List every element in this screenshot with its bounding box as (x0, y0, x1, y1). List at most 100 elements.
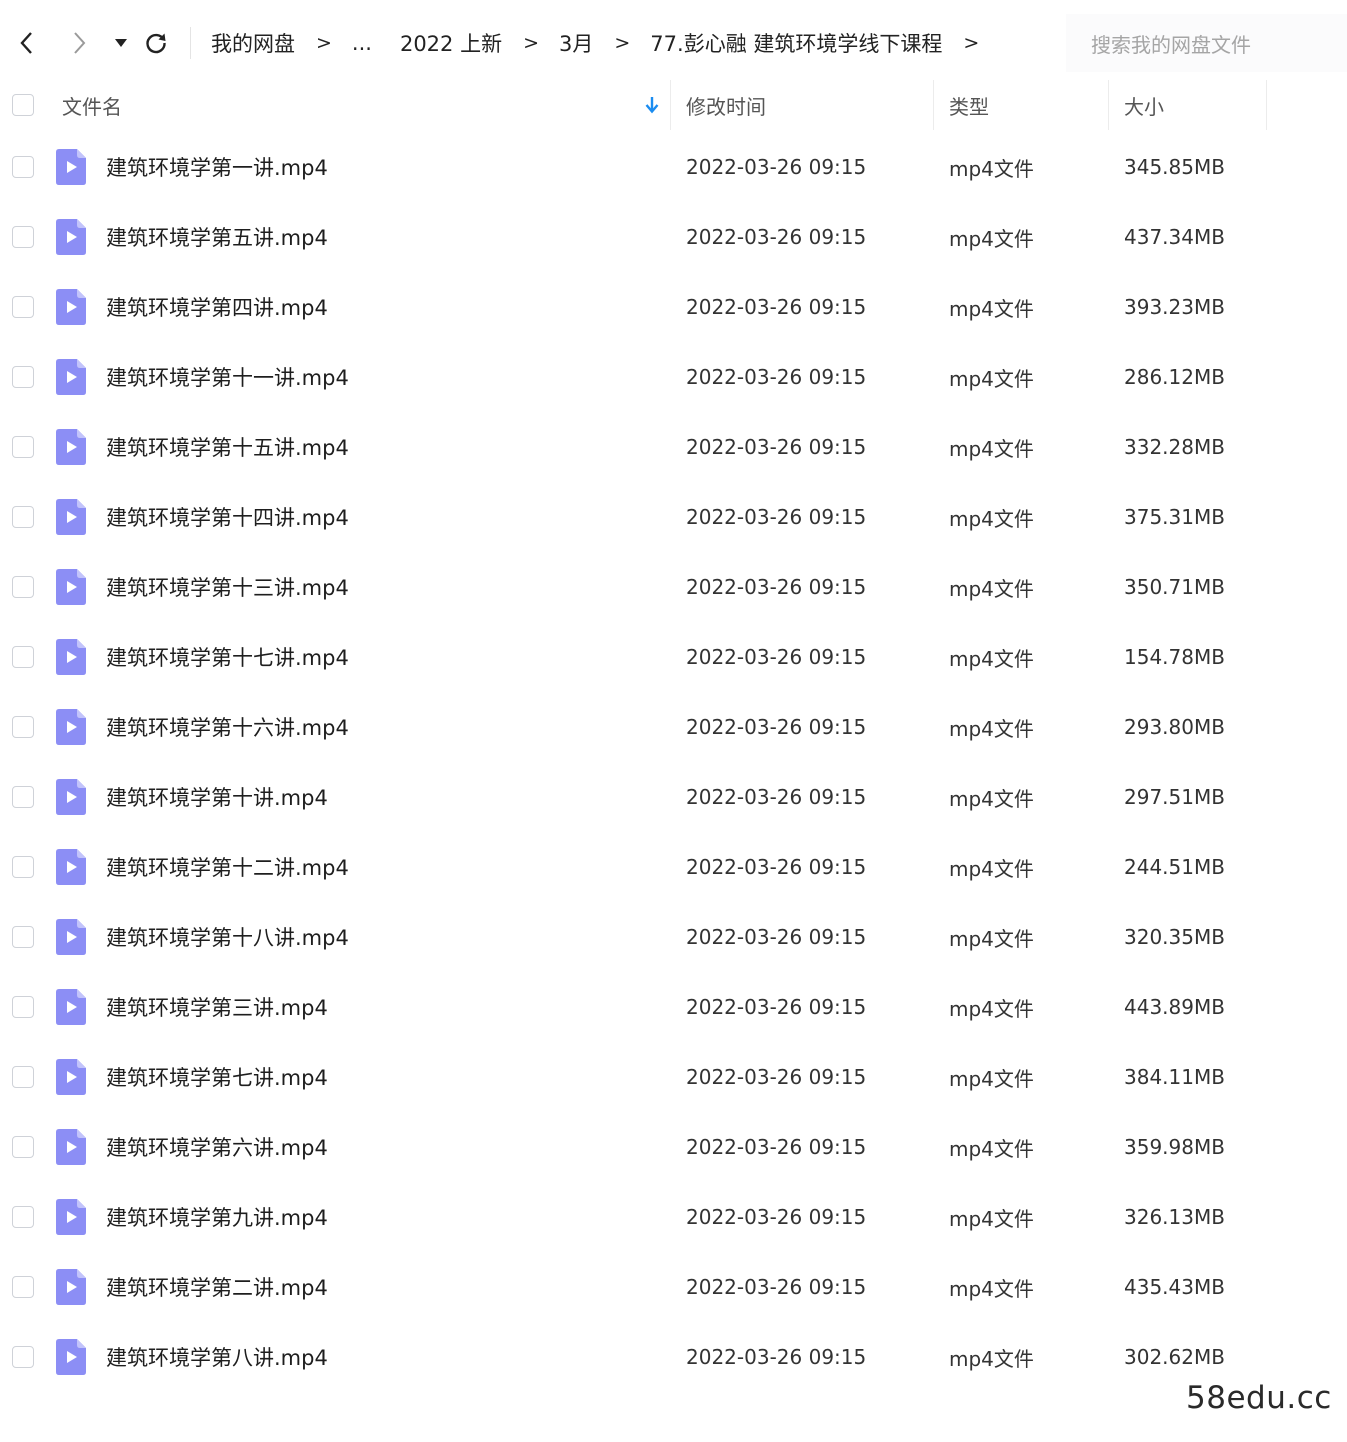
history-dropdown-button[interactable] (106, 28, 136, 58)
breadcrumb-item-current[interactable]: 77.彭心融 建筑环境学线下课程 (650, 28, 942, 58)
file-size: 359.98MB (1124, 1135, 1225, 1159)
breadcrumb-item-2022[interactable]: 2022 上新 (400, 28, 502, 58)
row-checkbox[interactable] (12, 1066, 34, 1088)
file-name[interactable]: 建筑环境学第十讲.mp4 (106, 762, 328, 832)
breadcrumb-item-root[interactable]: 我的网盘 (211, 28, 295, 58)
file-modified: 2022-03-26 09:15 (686, 1275, 867, 1299)
file-row[interactable]: 建筑环境学第十五讲.mp4 2022-03-26 09:15 mp4文件 332.28… (0, 412, 1347, 482)
file-name[interactable]: 建筑环境学第九讲.mp4 (106, 1182, 328, 1252)
row-checkbox[interactable] (12, 786, 34, 808)
video-file-icon (56, 1129, 86, 1165)
header-type[interactable]: 类型 (949, 80, 989, 130)
breadcrumb-separator: > (963, 32, 980, 54)
file-row[interactable]: 建筑环境学第九讲.mp4 2022-03-26 09:15 mp4文件 326.13M… (0, 1182, 1347, 1252)
file-modified: 2022-03-26 09:15 (686, 715, 867, 739)
file-modified: 2022-03-26 09:15 (686, 505, 867, 529)
header-divider (670, 80, 671, 130)
file-name[interactable]: 建筑环境学第十一讲.mp4 (106, 342, 349, 412)
file-name[interactable]: 建筑环境学第四讲.mp4 (106, 272, 328, 342)
file-row[interactable]: 建筑环境学第十一讲.mp4 2022-03-26 09:15 mp4文件 286.12… (0, 342, 1347, 412)
header-modified[interactable]: 修改时间 (686, 80, 766, 130)
breadcrumb-item-ellipsis[interactable]: ... (352, 31, 372, 55)
file-type: mp4文件 (949, 1206, 1034, 1231)
file-row[interactable]: 建筑环境学第十六讲.mp4 2022-03-26 09:15 mp4文件 293.80… (0, 692, 1347, 762)
file-name[interactable]: 建筑环境学第十二讲.mp4 (106, 832, 349, 902)
row-checkbox[interactable] (12, 576, 34, 598)
file-name[interactable]: 建筑环境学第一讲.mp4 (106, 132, 328, 202)
row-checkbox[interactable] (12, 1346, 34, 1368)
file-name[interactable]: 建筑环境学第十五讲.mp4 (106, 412, 349, 482)
file-name[interactable]: 建筑环境学第十七讲.mp4 (106, 622, 349, 692)
file-modified: 2022-03-26 09:15 (686, 645, 867, 669)
file-row[interactable]: 建筑环境学第二讲.mp4 2022-03-26 09:15 mp4文件 435.43M… (0, 1252, 1347, 1322)
file-row[interactable]: 建筑环境学第三讲.mp4 2022-03-26 09:15 mp4文件 443.89M… (0, 972, 1347, 1042)
row-checkbox[interactable] (12, 506, 34, 528)
file-row[interactable]: 建筑环境学第一讲.mp4 2022-03-26 09:15 mp4文件 345.85M… (0, 132, 1347, 202)
file-modified: 2022-03-26 09:15 (686, 925, 867, 949)
row-checkbox[interactable] (12, 156, 34, 178)
file-row[interactable]: 建筑环境学第十四讲.mp4 2022-03-26 09:15 mp4文件 375.31… (0, 482, 1347, 552)
file-name[interactable]: 建筑环境学第三讲.mp4 (106, 972, 328, 1042)
file-size: 375.31MB (1124, 505, 1225, 529)
file-name[interactable]: 建筑环境学第十三讲.mp4 (106, 552, 349, 622)
row-checkbox[interactable] (12, 996, 34, 1018)
file-type: mp4文件 (949, 926, 1034, 951)
row-checkbox[interactable] (12, 1136, 34, 1158)
file-type: mp4文件 (949, 226, 1034, 251)
file-size: 286.12MB (1124, 365, 1225, 389)
row-checkbox[interactable] (12, 226, 34, 248)
file-size: 384.11MB (1124, 1065, 1225, 1089)
file-name[interactable]: 建筑环境学第六讲.mp4 (106, 1112, 328, 1182)
file-size: 350.71MB (1124, 575, 1225, 599)
caret-down-icon (115, 39, 127, 47)
file-row[interactable]: 建筑环境学第十八讲.mp4 2022-03-26 09:15 mp4文件 320.35… (0, 902, 1347, 972)
row-checkbox[interactable] (12, 1276, 34, 1298)
file-type: mp4文件 (949, 786, 1034, 811)
file-name[interactable]: 建筑环境学第十六讲.mp4 (106, 692, 349, 762)
row-checkbox[interactable] (12, 436, 34, 458)
file-name[interactable]: 建筑环境学第二讲.mp4 (106, 1252, 328, 1322)
video-file-icon (56, 289, 86, 325)
sort-down-arrow-icon[interactable] (644, 80, 660, 130)
file-row[interactable]: 建筑环境学第十七讲.mp4 2022-03-26 09:15 mp4文件 154.78… (0, 622, 1347, 692)
file-modified: 2022-03-26 09:15 (686, 225, 867, 249)
row-checkbox[interactable] (12, 1206, 34, 1228)
video-file-icon (56, 1059, 86, 1095)
file-name[interactable]: 建筑环境学第十四讲.mp4 (106, 482, 349, 552)
file-type: mp4文件 (949, 1276, 1034, 1301)
file-modified: 2022-03-26 09:15 (686, 1345, 867, 1369)
row-checkbox[interactable] (12, 366, 34, 388)
file-size: 320.35MB (1124, 925, 1225, 949)
file-name[interactable]: 建筑环境学第七讲.mp4 (106, 1042, 328, 1112)
forward-button[interactable] (64, 28, 94, 58)
select-all-checkbox[interactable] (12, 94, 34, 116)
header-divider (933, 80, 934, 130)
row-checkbox[interactable] (12, 856, 34, 878)
file-modified: 2022-03-26 09:15 (686, 295, 867, 319)
back-button[interactable] (12, 28, 42, 58)
refresh-button[interactable] (141, 28, 171, 58)
row-checkbox[interactable] (12, 296, 34, 318)
file-row[interactable]: 建筑环境学第十二讲.mp4 2022-03-26 09:15 mp4文件 244.51… (0, 832, 1347, 902)
file-row[interactable]: 建筑环境学第五讲.mp4 2022-03-26 09:15 mp4文件 437.34M… (0, 202, 1347, 272)
video-file-icon (56, 919, 86, 955)
file-name[interactable]: 建筑环境学第五讲.mp4 (106, 202, 328, 272)
row-checkbox[interactable] (12, 716, 34, 738)
video-file-icon (56, 499, 86, 535)
file-row[interactable]: 建筑环境学第四讲.mp4 2022-03-26 09:15 mp4文件 393.23M… (0, 272, 1347, 342)
breadcrumb-item-march[interactable]: 3月 (559, 28, 593, 58)
file-row[interactable]: 建筑环境学第十三讲.mp4 2022-03-26 09:15 mp4文件 350.71… (0, 552, 1347, 622)
file-name[interactable]: 建筑环境学第十八讲.mp4 (106, 902, 349, 972)
file-row[interactable]: 建筑环境学第六讲.mp4 2022-03-26 09:15 mp4文件 359.98M… (0, 1112, 1347, 1182)
header-name[interactable]: 文件名 (62, 80, 122, 130)
file-row[interactable]: 建筑环境学第八讲.mp4 2022-03-26 09:15 mp4文件 302.62M… (0, 1322, 1347, 1392)
file-row[interactable]: 建筑环境学第七讲.mp4 2022-03-26 09:15 mp4文件 384.11M… (0, 1042, 1347, 1112)
row-checkbox[interactable] (12, 646, 34, 668)
header-size[interactable]: 大小 (1124, 80, 1164, 130)
file-size: 393.23MB (1124, 295, 1225, 319)
row-checkbox[interactable] (12, 926, 34, 948)
video-file-icon (56, 989, 86, 1025)
search-input[interactable]: 搜索我的网盘文件 (1066, 14, 1347, 72)
file-name[interactable]: 建筑环境学第八讲.mp4 (106, 1322, 328, 1392)
file-row[interactable]: 建筑环境学第十讲.mp4 2022-03-26 09:15 mp4文件 297.51M… (0, 762, 1347, 832)
